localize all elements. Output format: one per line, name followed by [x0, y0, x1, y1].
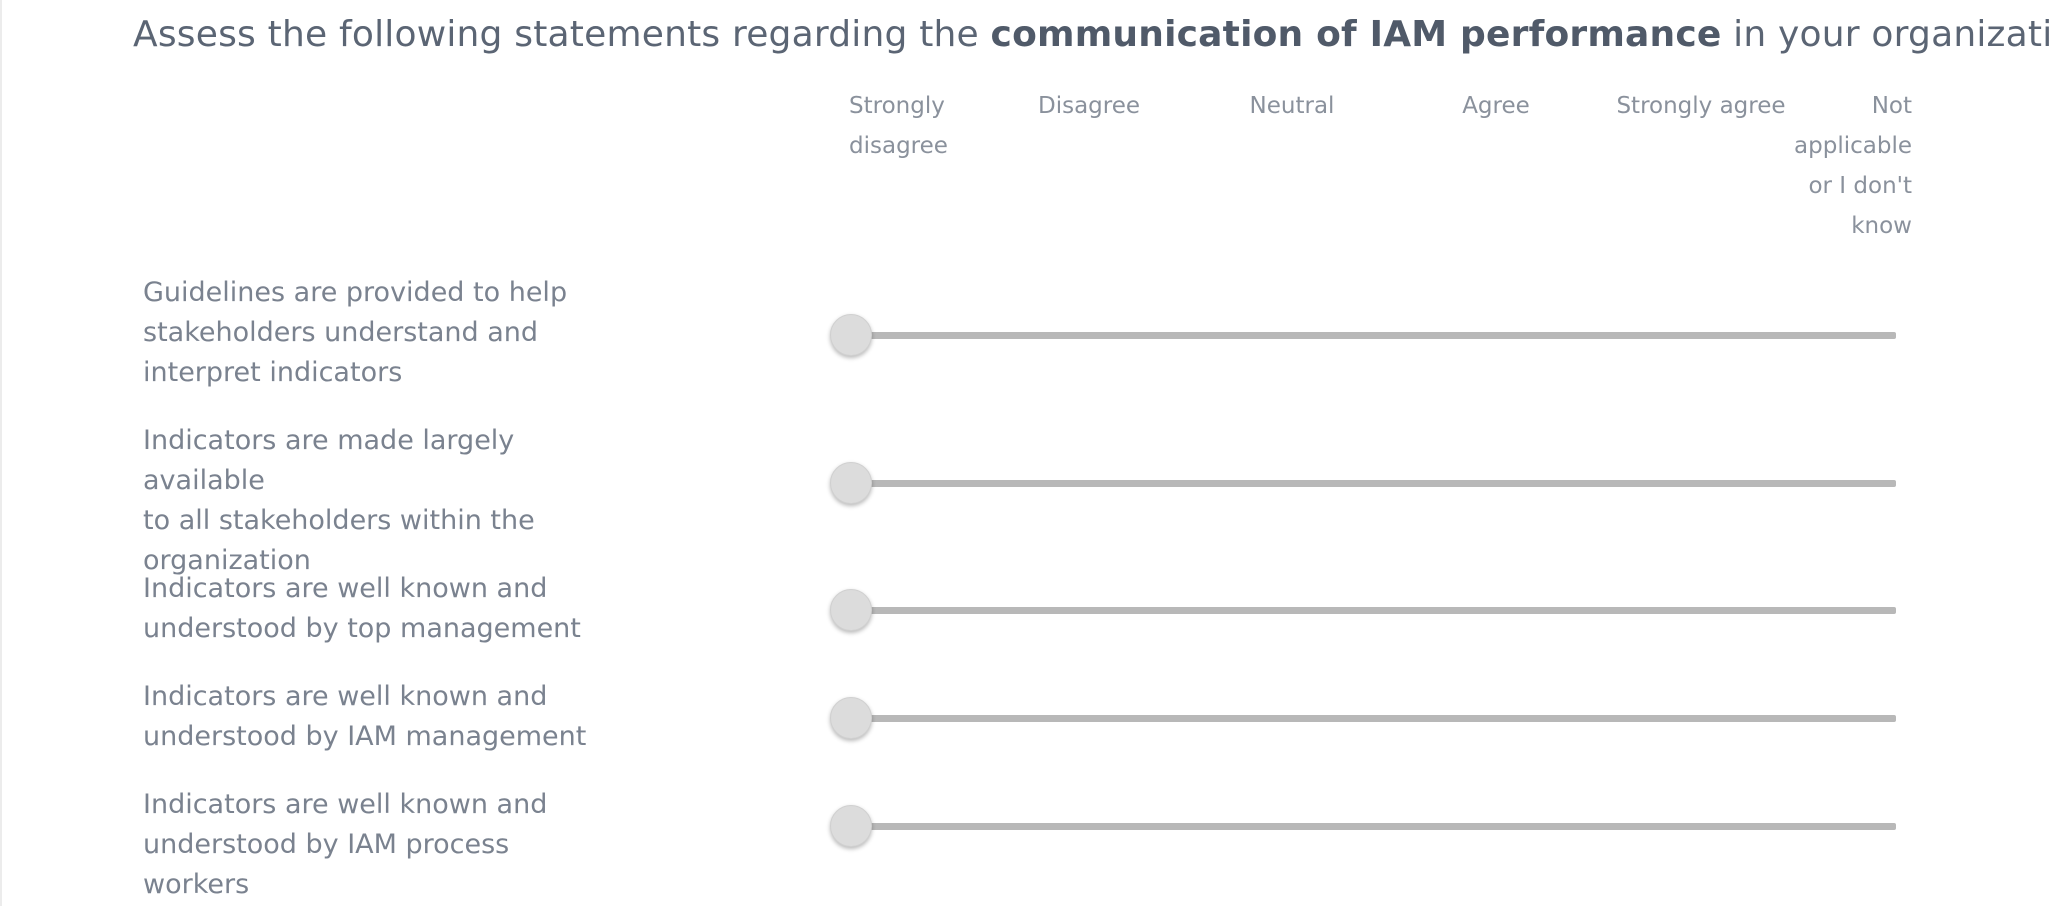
statement-slider[interactable] — [830, 696, 1896, 740]
slider-thumb[interactable] — [830, 589, 872, 631]
scale-label-line: Strongly — [849, 93, 945, 119]
scale-label-strongly-disagree: Strongly disagree — [849, 86, 969, 166]
statement-label: Indicators are made largely available to… — [143, 421, 618, 581]
question-title-suffix: in your organization. — [1733, 14, 2050, 55]
statement-label-line: Indicators are well known and — [143, 681, 548, 712]
statement-label: Indicators are well known and understood… — [143, 677, 618, 757]
slider-thumb[interactable] — [830, 314, 872, 356]
statement-label: Indicators are well known and understood… — [143, 785, 618, 905]
scale-label-strongly-agree: Strongly agree — [1601, 86, 1801, 126]
statement-label-line: stakeholders understand and — [143, 317, 539, 348]
scale-label-not-applicable: Not applicable or I don't know — [1792, 86, 1912, 246]
scale-label-line: or I don't — [1808, 173, 1912, 199]
statement-row-iam-management: Indicators are well known and understood… — [143, 677, 1913, 757]
scale-label-agree: Agree — [1436, 86, 1556, 126]
scale-label-neutral: Neutral — [1232, 86, 1352, 126]
statement-slider[interactable] — [830, 313, 1896, 357]
slider-track[interactable] — [848, 715, 1896, 722]
statement-label-line: to all stakeholders within the — [143, 505, 535, 536]
statement-label: Indicators are well known and understood… — [143, 569, 618, 649]
slider-track[interactable] — [848, 480, 1896, 487]
question-title-emphasis: communication of IAM performance — [990, 14, 1722, 55]
statement-label-line: Indicators are well known and — [143, 573, 548, 604]
statement-row-iam-process-workers: Indicators are well known and understood… — [143, 785, 1913, 900]
statement-label-line: Indicators are made largely available — [143, 425, 515, 496]
statement-label: Guidelines are provided to help stakehol… — [143, 273, 618, 393]
scale-label-line: applicable — [1794, 133, 1912, 159]
scale-label-disagree: Disagree — [1029, 86, 1149, 126]
scale-label-line: Neutral — [1249, 93, 1335, 119]
slider-thumb[interactable] — [830, 697, 872, 739]
slider-track[interactable] — [848, 823, 1896, 830]
statement-label-line: understood by IAM management — [143, 721, 587, 752]
scale-label-line: Not — [1871, 93, 1912, 119]
scale-label-line: know — [1851, 213, 1912, 239]
slider-track[interactable] — [848, 607, 1896, 614]
statement-label-line: Guidelines are provided to help — [143, 277, 568, 308]
statement-row-guidelines: Guidelines are provided to help stakehol… — [143, 273, 1913, 393]
scale-label-line: Strongly agree — [1616, 93, 1786, 119]
statement-slider[interactable] — [830, 461, 1896, 505]
statement-row-availability: Indicators are made largely available to… — [143, 421, 1913, 576]
slider-track[interactable] — [848, 332, 1896, 339]
slider-thumb[interactable] — [830, 462, 872, 504]
scale-label-line: Agree — [1462, 93, 1530, 119]
statement-label-line: understood by top management — [143, 613, 581, 644]
question-title-prefix: Assess the following statements regardin… — [133, 14, 991, 55]
scale-label-line: Disagree — [1037, 93, 1141, 119]
slider-thumb[interactable] — [830, 805, 872, 847]
scale-header: Strongly disagree Disagree Neutral Agree… — [849, 86, 1912, 246]
scale-label-line: disagree — [849, 133, 948, 159]
question-title: Assess the following statements regardin… — [133, 14, 2050, 55]
statement-label-line: understood by IAM process workers — [143, 829, 510, 900]
statement-slider[interactable] — [830, 588, 1896, 632]
statement-label-line: interpret indicators — [143, 357, 403, 388]
statement-slider[interactable] — [830, 804, 1896, 848]
statement-row-top-management: Indicators are well known and understood… — [143, 569, 1913, 649]
page-left-border — [0, 0, 2, 906]
statement-label-line: Indicators are well known and — [143, 789, 548, 820]
